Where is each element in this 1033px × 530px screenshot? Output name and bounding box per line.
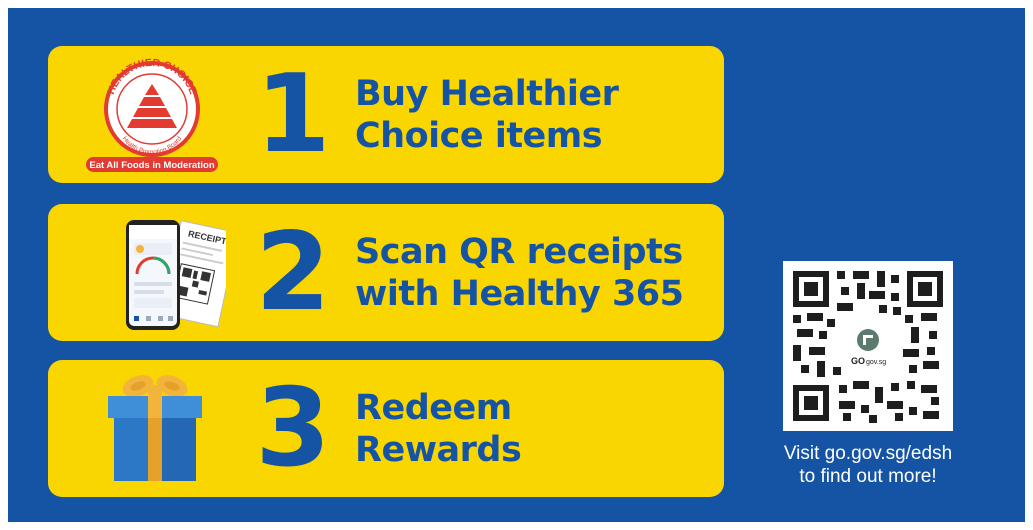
qr-gov-label: gov.sg (866, 359, 886, 366)
step-3-line1: Redeem (355, 387, 512, 428)
step-1-line2: Choice items (355, 115, 603, 156)
logo-caption: Eat All Foods in Moderation (89, 160, 214, 171)
step-1-line1: Buy Healthier (355, 73, 619, 114)
qr-caption-line2: to find out more! (799, 466, 937, 487)
step-card-3: 3 Redeem Rewards (48, 360, 724, 497)
phone-receipt-icon: RECEIPT (76, 212, 239, 333)
poster-background: HEALTHIER CHOICE Health Promotion Board … (8, 8, 1025, 522)
step-text-3: Redeem Rewards (355, 360, 715, 497)
step-number-2: 2 (255, 209, 331, 335)
step-number-1: 1 (255, 51, 331, 177)
qr-caption: Visit go.gov.sg/edsh to find out more! (748, 442, 988, 488)
step-number-3: 3 (255, 365, 331, 491)
step-3-line2: Rewards (355, 429, 522, 470)
step-card-2: RECEIPT 2 Scan QR receipts with Healthy … (48, 204, 724, 341)
step-2-line2: with Healthy 365 (355, 273, 684, 314)
qr-code[interactable]: GO gov.sg (783, 261, 953, 431)
step-card-1: HEALTHIER CHOICE Health Promotion Board … (48, 46, 724, 183)
qr-go-label: GO (851, 356, 865, 366)
gift-box-icon (76, 368, 226, 489)
qr-caption-line1: Visit go.gov.sg/edsh (783, 443, 953, 464)
step-text-1: Buy Healthier Choice items (355, 46, 715, 183)
step-2-line1: Scan QR receipts (355, 231, 683, 272)
healthier-choice-logo: HEALTHIER CHOICE Health Promotion Board … (76, 54, 226, 175)
step-text-2: Scan QR receipts with Healthy 365 (355, 204, 715, 341)
